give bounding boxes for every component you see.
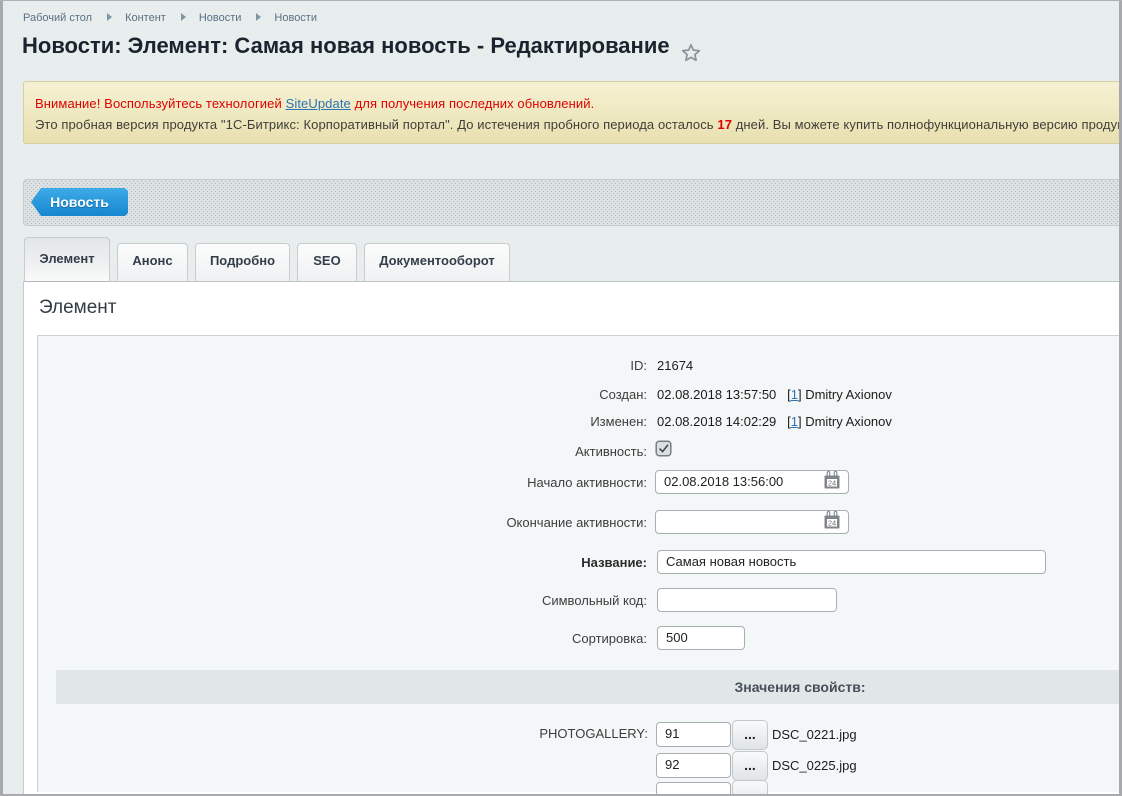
svg-text:24: 24 bbox=[828, 519, 836, 528]
svg-text:24: 24 bbox=[828, 479, 836, 488]
